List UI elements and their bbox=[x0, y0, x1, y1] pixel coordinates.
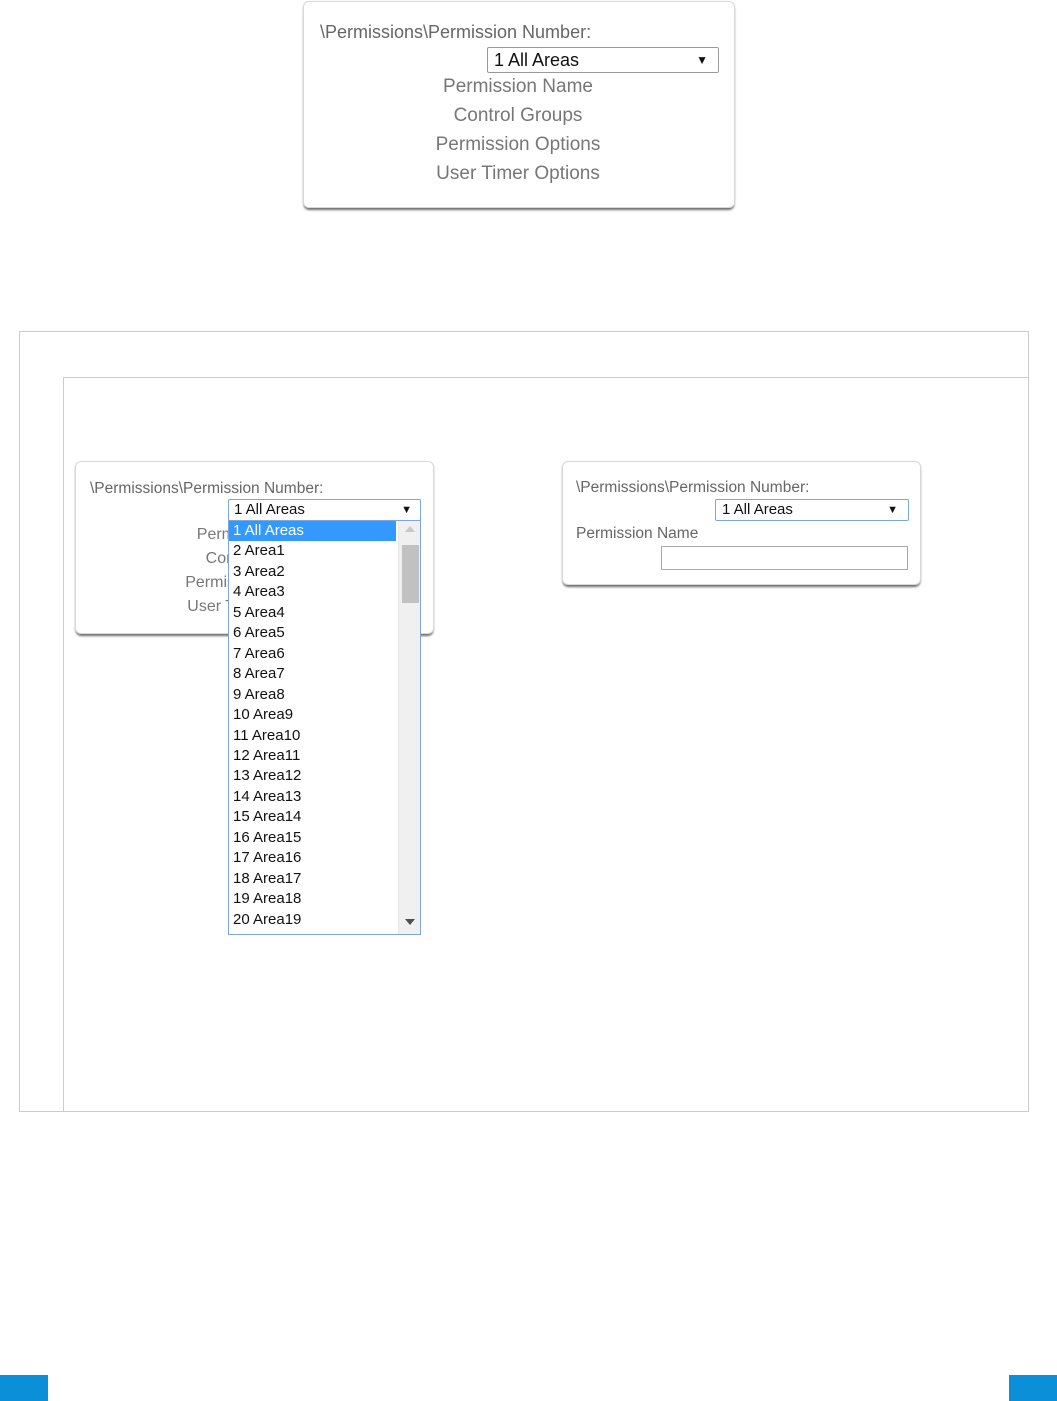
menu-item-permission-options[interactable]: Permis bbox=[75, 574, 235, 592]
menu-item-permission-name[interactable]: Perm bbox=[75, 526, 235, 544]
dropdown-option[interactable]: 11 Area10 bbox=[229, 726, 396, 746]
dropdown-arrow-icon: ▼ bbox=[696, 53, 708, 67]
dropdown-option[interactable]: 4 Area3 bbox=[229, 582, 396, 602]
footer-accent-left bbox=[0, 1375, 48, 1401]
dropdown-option[interactable]: 3 Area2 bbox=[229, 562, 396, 582]
dropdown-option[interactable]: 16 Area15 bbox=[229, 828, 396, 848]
permission-name-input[interactable] bbox=[661, 546, 908, 570]
permission-number-dropdown-list[interactable]: 1 All Areas 2 Area1 3 Area2 4 Area3 5 Area4 6… bbox=[228, 520, 421, 935]
dropdown-scrollbar[interactable] bbox=[398, 521, 420, 934]
permission-number-select[interactable]: 1 All Areas ▼ bbox=[487, 47, 719, 73]
menu-item-control-groups[interactable]: Control Groups bbox=[304, 105, 732, 127]
permission-name-label: Permission Name bbox=[576, 525, 699, 542]
select-value: 1 All Areas bbox=[722, 501, 793, 518]
dropdown-option[interactable]: 15 Area14 bbox=[229, 807, 396, 827]
dropdown-option[interactable]: 13 Area12 bbox=[229, 766, 396, 786]
menu-item-user-timer-options[interactable]: User Timer Options bbox=[304, 163, 732, 185]
dropdown-option[interactable]: 14 Area13 bbox=[229, 787, 396, 807]
dropdown-arrow-icon: ▼ bbox=[887, 504, 898, 516]
dropdown-option[interactable]: 12 Area11 bbox=[229, 746, 396, 766]
permission-path-label: \Permissions\Permission Number: bbox=[320, 22, 592, 42]
dropdown-option[interactable]: 2 Area1 bbox=[229, 541, 396, 561]
dropdown-option[interactable]: 19 Area18 bbox=[229, 889, 396, 909]
dropdown-option[interactable]: 9 Area8 bbox=[229, 685, 396, 705]
select-value: 1 All Areas bbox=[234, 501, 305, 518]
permission-path-label: \Permissions\Permission Number: bbox=[576, 479, 810, 496]
dropdown-option[interactable]: 7 Area6 bbox=[229, 644, 396, 664]
dropdown-arrow-icon: ▼ bbox=[401, 504, 412, 516]
menu-item-user-timer-options[interactable]: User T bbox=[75, 598, 235, 616]
permission-path-label: \Permissions\Permission Number: bbox=[90, 480, 324, 497]
permission-card-top: \Permissions\Permission Number: 1 All Ar… bbox=[303, 1, 735, 208]
dropdown-option[interactable]: 5 Area4 bbox=[229, 603, 396, 623]
dropdown-option[interactable]: 8 Area7 bbox=[229, 664, 396, 684]
permission-card-right: \Permissions\Permission Number: 1 All Ar… bbox=[562, 461, 921, 585]
dropdown-option[interactable]: 18 Area17 bbox=[229, 869, 396, 889]
permission-number-select[interactable]: 1 All Areas ▼ bbox=[715, 499, 909, 521]
menu-item-permission-options[interactable]: Permission Options bbox=[304, 134, 732, 156]
dropdown-option[interactable]: 1 All Areas bbox=[229, 521, 396, 542]
scroll-up-arrow-icon[interactable] bbox=[405, 526, 415, 532]
scroll-down-arrow-icon[interactable] bbox=[405, 919, 415, 925]
menu-item-permission-name[interactable]: Permission Name bbox=[304, 76, 732, 98]
menu-item-control-groups[interactable]: Con bbox=[75, 550, 235, 568]
dropdown-option[interactable]: 17 Area16 bbox=[229, 848, 396, 868]
dropdown-option[interactable]: 10 Area9 bbox=[229, 705, 396, 725]
scroll-thumb[interactable] bbox=[402, 545, 419, 603]
select-value: 1 All Areas bbox=[494, 50, 580, 70]
dropdown-option[interactable]: 6 Area5 bbox=[229, 623, 396, 643]
dropdown-option[interactable]: 20 Area19 bbox=[229, 910, 396, 930]
permission-number-select-open[interactable]: 1 All Areas ▼ bbox=[228, 499, 421, 521]
footer-accent-right bbox=[1009, 1375, 1057, 1401]
